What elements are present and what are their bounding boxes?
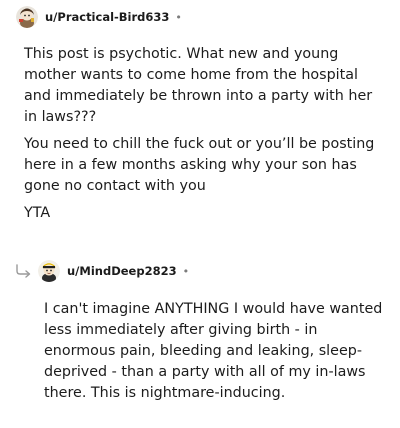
comment-paragraph: YTA [24,205,51,221]
user-avatar-icon[interactable] [38,260,60,282]
user-avatar-icon[interactable] [16,6,38,28]
separator-dot: • [182,264,190,278]
comment-paragraph: This post is psychotic. What new and you… [24,46,373,125]
comment-header: u/Practical-Bird633 • [16,5,182,29]
separator-dot: • [175,10,182,24]
comment-paragraph: You need to chill the fuck out or you’ll… [24,136,375,194]
username[interactable]: u/MindDeep2823 [67,264,177,278]
username[interactable]: u/Practical-Bird633 [45,10,169,24]
comment-paragraph: I can't imagine ANYTHING I would have wa… [44,301,383,401]
comment-body: I can't imagine ANYTHING I would have wa… [44,299,386,410]
reply-arrow-icon [16,264,31,278]
comment-body: This post is psychotic. What new and you… [24,44,386,230]
comment-header: u/MindDeep2823 • [38,259,189,283]
